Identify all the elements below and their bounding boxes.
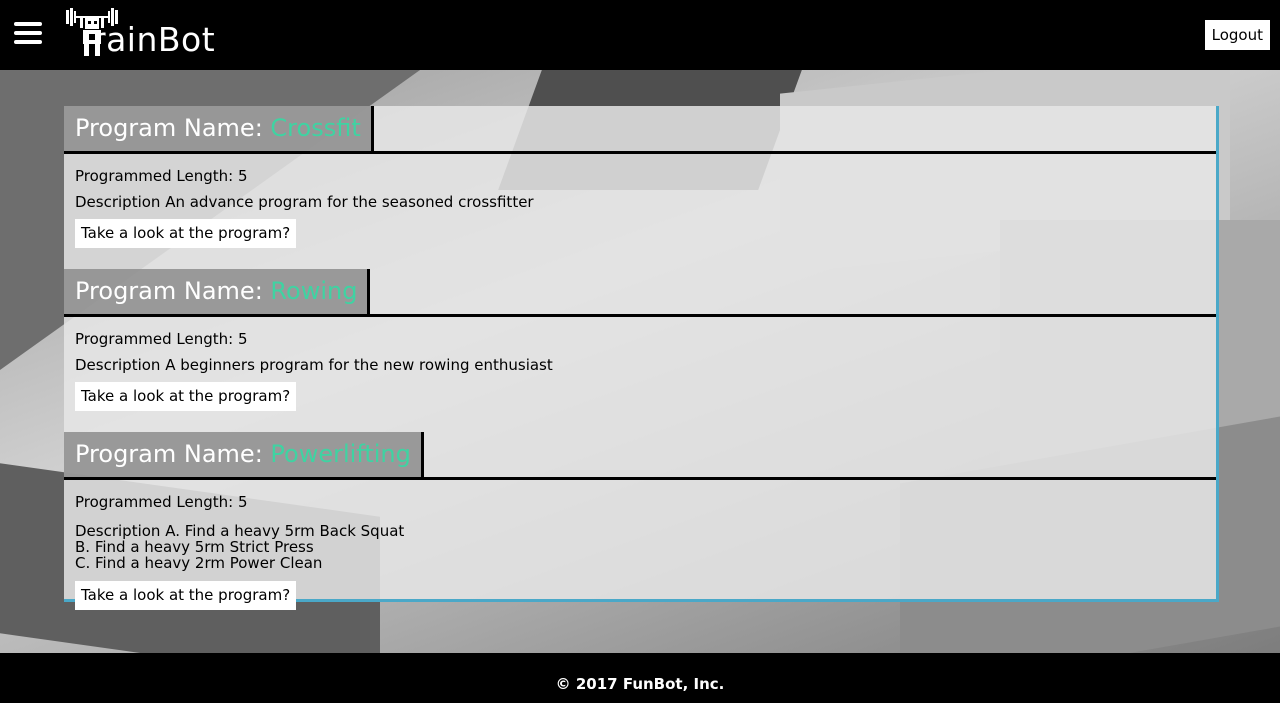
programmed-length: Programmed Length: 5 (75, 493, 248, 511)
view-program-button[interactable]: Take a look at the program? (75, 219, 297, 248)
copyright-text: © 2017 FunBot, Inc. (555, 675, 725, 693)
description-line: Description A. Find a heavy 5rm Back Squ… (75, 522, 405, 540)
program-body: Programmed Length: 5 Description A. Find… (64, 480, 1216, 610)
hamburger-menu-icon[interactable] (14, 22, 42, 46)
programmed-length: Programmed Length: 5 (75, 330, 248, 348)
program-header: Program Name: Crossfit (64, 106, 1216, 154)
top-navbar: rainBot Logout (0, 0, 1280, 70)
program-description: Description A beginners program for the … (75, 356, 553, 374)
footer: © 2017 FunBot, Inc. (0, 653, 1280, 703)
program-title: Program Name: Crossfit (64, 106, 374, 151)
program-name: Rowing (270, 277, 358, 305)
program-header: Program Name: Rowing (64, 269, 1216, 317)
program-card: Program Name: Powerlifting Programmed Le… (64, 432, 1216, 610)
description-line: B. Find a heavy 5rm Strict Press (75, 538, 314, 556)
program-name: Crossfit (270, 114, 361, 142)
programmed-length: Programmed Length: 5 (75, 167, 248, 185)
program-card: Program Name: Crossfit Programmed Length… (64, 106, 1216, 248)
program-description: Description A. Find a heavy 5rm Back Squ… (75, 523, 1205, 571)
program-body: Programmed Length: 5 Description An adva… (64, 154, 1216, 248)
program-description: Description An advance program for the s… (75, 193, 534, 211)
program-title: Program Name: Powerlifting (64, 432, 424, 477)
program-card: Program Name: Rowing Programmed Length: … (64, 269, 1216, 411)
view-program-button[interactable]: Take a look at the program? (75, 382, 297, 411)
logo[interactable]: rainBot (64, 6, 215, 58)
view-program-button[interactable]: Take a look at the program? (75, 581, 297, 610)
program-body: Programmed Length: 5 Description A begin… (64, 317, 1216, 411)
program-name-label: Program Name: (75, 277, 271, 305)
program-name-label: Program Name: (75, 440, 271, 468)
program-header: Program Name: Powerlifting (64, 432, 1216, 480)
programs-panel: Program Name: Crossfit Programmed Length… (64, 106, 1219, 610)
description-line: C. Find a heavy 2rm Power Clean (75, 554, 323, 572)
logo-text: rainBot (92, 20, 216, 59)
program-title: Program Name: Rowing (64, 269, 371, 314)
program-name: Powerlifting (270, 440, 411, 468)
logout-button[interactable]: Logout (1204, 20, 1270, 50)
program-name-label: Program Name: (75, 114, 271, 142)
